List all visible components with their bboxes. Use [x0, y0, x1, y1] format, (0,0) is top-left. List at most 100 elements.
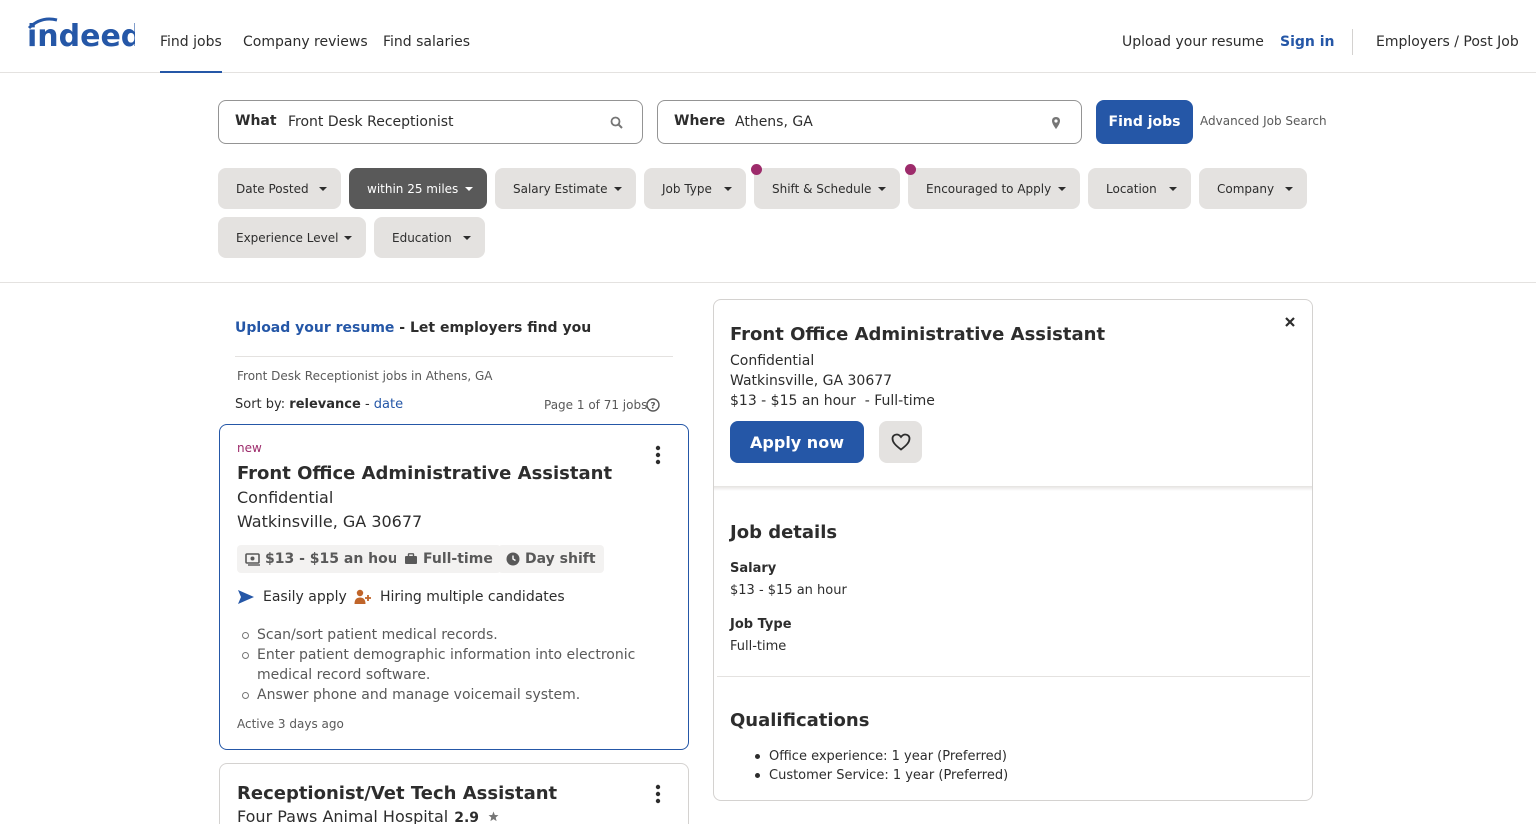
sort-by: Sort by: relevance - date — [235, 397, 403, 412]
advanced-job-search-link[interactable]: Advanced Job Search — [1200, 114, 1327, 128]
nav-find-jobs[interactable]: Find jobs — [160, 32, 222, 73]
company-rating: 2.9 — [454, 810, 480, 824]
company-name-row: Four Paws Animal Hospital 2.9 — [237, 807, 499, 824]
heart-icon — [891, 433, 910, 451]
company-name: Confidential — [237, 488, 334, 507]
panel-header-shadow — [714, 486, 1312, 491]
apply-now-button[interactable]: Apply now — [730, 421, 864, 463]
job-type-text: Full-time — [423, 551, 493, 567]
help-icon[interactable]: ? — [646, 398, 660, 412]
caret-down-icon — [463, 236, 471, 240]
qualification-item: Customer Service: 1 year (Preferred) — [753, 766, 1008, 785]
find-jobs-button[interactable]: Find jobs — [1096, 100, 1193, 144]
new-badge: new — [237, 441, 262, 455]
search-icon[interactable] — [609, 115, 625, 131]
location-pin-icon[interactable] — [1048, 115, 1064, 131]
upload-resume-link[interactable]: Upload your resume — [1122, 32, 1264, 52]
svg-text:?: ? — [650, 402, 655, 412]
hiring-multiple-feature: Hiring multiple candidates — [354, 589, 565, 605]
where-input[interactable] — [735, 112, 1025, 132]
job-type-value: Full-time — [730, 639, 787, 654]
upload-resume-banner-text: - Let employers find you — [394, 320, 592, 336]
filter-label: Date Posted — [236, 181, 309, 196]
more-options-icon[interactable] — [648, 443, 668, 467]
salary-value: $13 - $15 an hour — [730, 583, 847, 598]
caret-down-icon — [1169, 187, 1177, 191]
snippet-item: Answer phone and manage voicemail system… — [240, 685, 660, 705]
job-title[interactable]: Front Office Administrative Assistant — [237, 463, 612, 484]
job-detail-panel: Front Office Administrative Assistant Co… — [713, 299, 1313, 801]
close-icon[interactable] — [1282, 314, 1298, 330]
salary-chip: $13 - $15 an hour — [237, 545, 413, 573]
filter-label: Job Type — [662, 181, 712, 196]
upload-resume-banner: Upload your resume - Let employers find … — [235, 320, 591, 336]
filter-education[interactable]: Education — [374, 217, 485, 258]
results-divider — [235, 356, 673, 357]
results-heading: Front Desk Receptionist jobs in Athens, … — [237, 369, 493, 383]
star-icon — [488, 811, 499, 822]
filter-label: Encouraged to Apply — [926, 181, 1052, 196]
where-label: Where — [674, 113, 726, 129]
caret-down-icon — [1285, 187, 1293, 191]
header-divider — [1352, 29, 1353, 55]
caret-down-icon — [614, 187, 622, 191]
filter-label: Location — [1106, 181, 1157, 196]
filter-company[interactable]: Company — [1199, 168, 1307, 209]
caret-down-icon — [724, 187, 732, 191]
send-arrow-icon — [238, 590, 254, 604]
nav-find-salaries[interactable]: Find salaries — [383, 32, 470, 73]
what-search-field[interactable]: What — [218, 100, 643, 144]
page-info: Page 1 of 71 jobs — [544, 398, 648, 412]
salary-text: $13 - $15 an hour — [265, 551, 405, 567]
filter-encouraged-to-apply[interactable]: Encouraged to Apply — [908, 168, 1080, 209]
nav-company-reviews[interactable]: Company reviews — [243, 32, 368, 73]
job-card[interactable]: Receptionist/Vet Tech Assistant Four Paw… — [219, 763, 689, 824]
more-options-icon[interactable] — [648, 782, 668, 806]
clock-icon — [506, 552, 520, 566]
filter-date-posted[interactable]: Date Posted — [218, 168, 341, 209]
filter-label: Company — [1217, 181, 1275, 196]
top-header: indeed Find jobs Company reviews Find sa… — [0, 0, 1536, 73]
filter-job-type[interactable]: Job Type — [644, 168, 746, 209]
easily-apply-text: Easily apply — [263, 589, 347, 605]
indeed-logo[interactable]: indeed — [27, 16, 135, 56]
company-name: Four Paws Animal Hospital — [237, 807, 449, 824]
sort-separator: - — [360, 397, 374, 412]
panel-location: Watkinsville, GA 30677 — [730, 373, 893, 389]
save-job-button[interactable] — [879, 421, 922, 463]
qualification-item: Office experience: 1 year (Preferred) — [753, 747, 1008, 766]
what-input[interactable] — [288, 112, 588, 132]
caret-down-icon — [319, 187, 327, 191]
sort-date-link[interactable]: date — [374, 397, 403, 412]
active-date: Active 3 days ago — [237, 717, 344, 731]
job-snippet: Scan/sort patient medical records. Enter… — [240, 625, 660, 705]
employers-post-job-link[interactable]: Employers / Post Job — [1376, 32, 1519, 52]
sort-relevance: relevance — [289, 397, 361, 412]
panel-divider — [717, 676, 1310, 677]
shift-chip: Day shift — [498, 545, 604, 573]
snippet-item: Enter patient demographic information in… — [240, 645, 660, 685]
filter-experience-level[interactable]: Experience Level — [218, 217, 366, 258]
sort-prefix: Sort by: — [235, 397, 290, 412]
new-filter-dot — [751, 164, 762, 175]
upload-resume-banner-link[interactable]: Upload your resume — [235, 320, 394, 336]
filter-distance[interactable]: within 25 miles — [349, 168, 487, 209]
caret-down-icon — [344, 236, 352, 240]
filter-label: within 25 miles — [367, 181, 459, 196]
sign-in-link[interactable]: Sign in — [1280, 32, 1335, 52]
filter-label: Education — [392, 230, 452, 245]
filter-shift-schedule[interactable]: Shift & Schedule — [754, 168, 900, 209]
filter-salary-estimate[interactable]: Salary Estimate — [495, 168, 636, 209]
caret-down-icon — [465, 187, 473, 191]
job-location: Watkinsville, GA 30677 — [237, 512, 423, 531]
easily-apply-feature: Easily apply — [237, 589, 347, 605]
job-title[interactable]: Receptionist/Vet Tech Assistant — [237, 783, 557, 804]
what-label: What — [235, 113, 277, 129]
money-icon — [245, 552, 260, 566]
caret-down-icon — [1058, 187, 1066, 191]
qualifications-list: Office experience: 1 year (Preferred) Cu… — [753, 747, 1008, 785]
job-details-heading: Job details — [730, 522, 838, 543]
job-card[interactable]: new Front Office Administrative Assistan… — [219, 424, 689, 750]
filter-location[interactable]: Location — [1088, 168, 1191, 209]
where-search-field[interactable]: Where — [657, 100, 1082, 144]
